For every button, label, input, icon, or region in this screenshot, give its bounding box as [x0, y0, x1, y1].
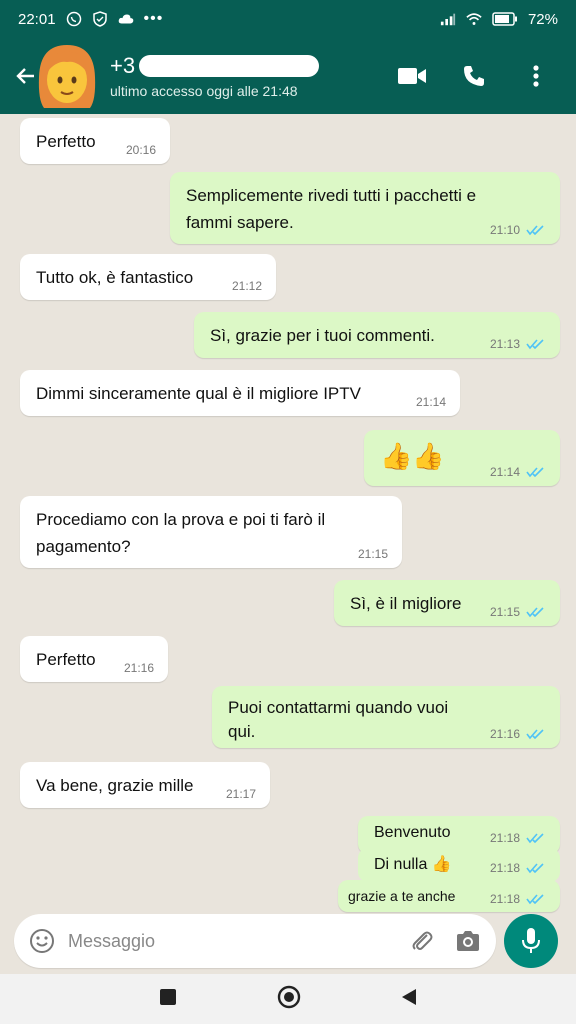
message-time: 21:13 — [489, 337, 520, 351]
message-outgoing[interactable]: Puoi contattarmi quando vuoi qui. 21:16 — [212, 686, 560, 748]
message-time: 21:14 — [415, 395, 446, 409]
home-circle-icon — [277, 985, 301, 1008]
message-composer — [14, 914, 496, 968]
attach-button[interactable] — [408, 927, 436, 955]
message-time: 21:16 — [489, 727, 520, 741]
video-call-button[interactable] — [396, 60, 428, 92]
camera-icon — [457, 931, 479, 951]
paperclip-icon — [412, 931, 433, 950]
message-time: 21:12 — [231, 279, 262, 293]
status-bar: 22:01 ••• 72% — [0, 0, 576, 38]
last-seen: ultimo accesso oggi alle 21:48 — [110, 83, 298, 99]
message-incoming[interactable]: Va bene, grazie mille 21:17 — [20, 762, 270, 808]
read-ticks-icon — [526, 607, 544, 618]
square-icon — [160, 988, 176, 1005]
message-incoming[interactable]: Perfetto 21:16 — [20, 636, 168, 682]
message-time: 21:17 — [225, 787, 256, 801]
message-text: Procediamo con la prova e poi ti farò il… — [36, 510, 326, 556]
chat-header: +3 ultimo accesso oggi alle 21:48 — [0, 38, 576, 114]
shield-icon — [92, 11, 108, 27]
phone-icon — [464, 66, 484, 86]
message-text: Semplicemente rivedi tutti i pacchetti e… — [186, 186, 477, 232]
emoji-button[interactable] — [28, 927, 56, 955]
message-input[interactable] — [68, 930, 408, 952]
message-text: Puoi contattarmi quando vuoi qui. — [228, 698, 449, 741]
back-nav-button[interactable] — [401, 988, 417, 1011]
recents-button[interactable] — [159, 988, 177, 1011]
read-ticks-icon — [526, 225, 544, 236]
cloud-icon — [118, 11, 134, 27]
read-ticks-icon — [526, 339, 544, 350]
message-time: 20:16 — [125, 143, 156, 157]
message-time: 21:18 — [489, 892, 520, 906]
home-button[interactable] — [277, 985, 301, 1014]
message-time: 21:18 — [489, 861, 520, 875]
message-incoming[interactable]: Dimmi sinceramente qual è il migliore IP… — [20, 370, 460, 416]
message-incoming[interactable]: Procediamo con la prova e poi ti farò il… — [20, 496, 402, 568]
message-time: 21:15 — [489, 605, 520, 619]
message-outgoing[interactable]: Sì, è il migliore 21:15 — [334, 580, 560, 626]
message-time: 21:10 — [489, 223, 520, 237]
menu-button[interactable] — [520, 60, 552, 92]
message-time: 21:16 — [123, 661, 154, 675]
avatar[interactable] — [32, 42, 102, 112]
message-outgoing[interactable]: Sì, grazie per i tuoi commenti. 21:13 — [194, 312, 560, 358]
message-incoming[interactable]: Tutto ok, è fantastico 21:12 — [20, 254, 276, 300]
voice-message-button[interactable] — [504, 914, 558, 968]
video-camera-icon — [398, 68, 426, 84]
read-ticks-icon — [526, 894, 544, 905]
emoji-icon — [30, 929, 54, 953]
signal-icon — [440, 11, 456, 27]
wifi-icon — [466, 11, 482, 27]
read-ticks-icon — [526, 863, 544, 874]
message-outgoing[interactable]: Di nulla 👍 21:18 — [358, 848, 560, 882]
message-incoming[interactable]: Perfetto 20:16 — [20, 118, 170, 164]
message-outgoing[interactable]: Semplicemente rivedi tutti i pacchetti e… — [170, 172, 560, 244]
battery-percent: 72% — [527, 10, 558, 28]
contact-name[interactable]: +3 — [110, 53, 320, 79]
message-time: 21:15 — [357, 547, 388, 561]
read-ticks-icon — [526, 729, 544, 740]
more-notifications-icon: ••• — [143, 10, 164, 27]
message-text: Dimmi sinceramente qual è il migliore IP… — [36, 384, 361, 403]
message-text: Va bene, grazie mille — [36, 776, 194, 795]
read-ticks-icon — [526, 833, 544, 844]
microphone-icon — [522, 928, 540, 953]
system-nav-bar — [0, 974, 576, 1024]
message-text: Tutto ok, è fantastico — [36, 268, 194, 287]
message-outgoing[interactable]: 👍👍 21:14 — [364, 430, 560, 486]
contact-number: +3 — [110, 53, 136, 78]
redacted-number — [139, 55, 320, 77]
voice-call-button[interactable] — [458, 60, 490, 92]
camera-button[interactable] — [454, 927, 482, 955]
more-vertical-icon — [533, 65, 539, 87]
status-time: 22:01 — [18, 10, 56, 28]
message-list: Perfetto 20:16 Semplicemente rivedi tutt… — [0, 114, 576, 914]
triangle-back-icon — [402, 988, 416, 1005]
message-time: 21:14 — [489, 465, 520, 479]
whatsapp-icon — [66, 11, 82, 27]
message-outgoing[interactable]: grazie a te anche 21:18 — [338, 880, 560, 912]
read-ticks-icon — [526, 467, 544, 478]
message-time: 21:18 — [489, 831, 520, 845]
battery-icon — [492, 11, 518, 27]
